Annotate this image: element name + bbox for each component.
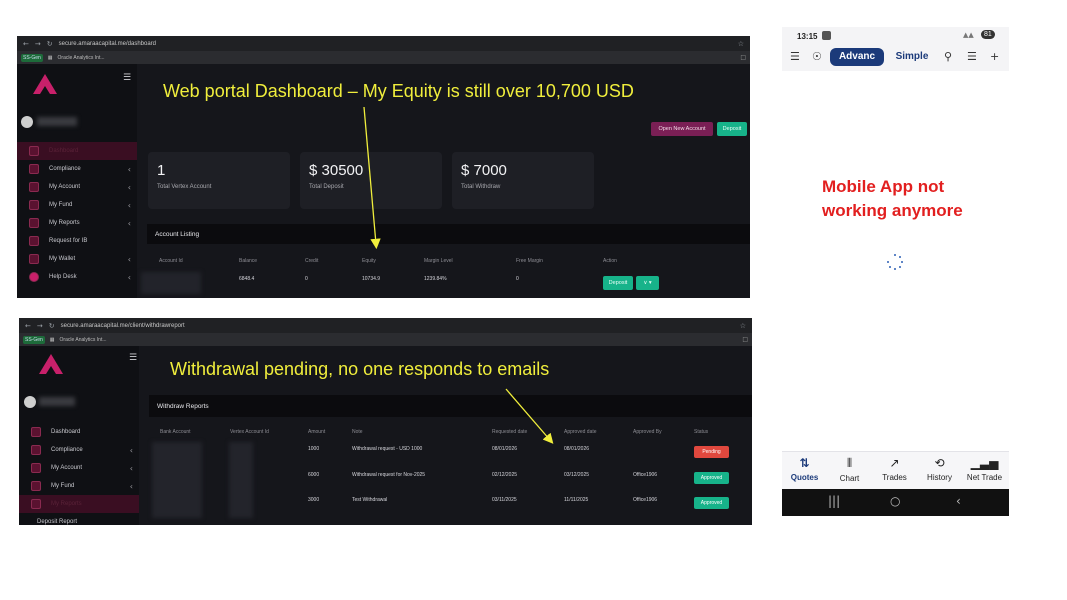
search-icon[interactable]: ⚲ xyxy=(944,50,952,63)
pending-arrow xyxy=(505,388,554,444)
signal-icon: ▲▲ xyxy=(963,31,974,39)
recents-icon[interactable]: ||| xyxy=(828,494,840,508)
phone-status-bar: 13:15 ▲▲ 81 xyxy=(782,27,1009,47)
tab-history[interactable]: ⟲ History xyxy=(917,452,962,490)
hamburger-menu-icon[interactable]: ☰ xyxy=(790,50,800,63)
tab-label: Trades xyxy=(882,473,907,482)
tab-quotes[interactable]: ⇅ Quotes xyxy=(782,452,827,490)
tab-net-trade[interactable]: ▁▃▅ Net Trade xyxy=(962,452,1007,490)
tab-simple[interactable]: Simple xyxy=(888,48,936,66)
equity-arrow xyxy=(363,106,381,250)
filter-icon[interactable]: ☰ xyxy=(967,50,977,63)
mobile-annotation: Mobile App not working anymore xyxy=(822,177,963,220)
clock: 13:15 xyxy=(797,32,818,41)
quotes-icon: ⇅ xyxy=(799,456,810,470)
home-icon[interactable]: ○ xyxy=(890,494,900,508)
bottom-tab-bar: ⇅ Quotes ⫴ Chart ↗ Trades ⟲ History ▁▃▅ Net T… xyxy=(782,451,1009,489)
tab-label: History xyxy=(927,473,952,482)
net-trade-icon: ▁▃▅ xyxy=(970,456,999,470)
trades-icon: ↗ xyxy=(889,456,900,470)
tab-label: Quotes xyxy=(790,473,819,482)
tab-chart[interactable]: ⫴ Chart xyxy=(827,452,872,490)
phone-screenshot: 13:15 ▲▲ 81 ☰ ☉ Advanc Simple ⚲ ☰ + Mobi… xyxy=(782,27,1009,516)
tab-label: Chart xyxy=(839,474,860,483)
tab-advanced[interactable]: Advanc xyxy=(830,48,884,66)
chart-search-icon[interactable]: ☉ xyxy=(812,50,822,63)
tab-label: Net Trade xyxy=(966,473,1003,482)
chart-icon: ⫴ xyxy=(846,456,853,470)
android-nav-bar: ||| ○ ‹ xyxy=(782,489,1009,516)
history-icon: ⟲ xyxy=(934,456,945,470)
loading-spinner-icon xyxy=(887,254,903,270)
tab-trades[interactable]: ↗ Trades xyxy=(872,452,917,490)
add-icon[interactable]: + xyxy=(990,50,999,63)
notification-icon xyxy=(822,31,831,40)
battery-icon: 81 xyxy=(981,30,995,39)
back-icon[interactable]: ‹ xyxy=(956,494,961,508)
